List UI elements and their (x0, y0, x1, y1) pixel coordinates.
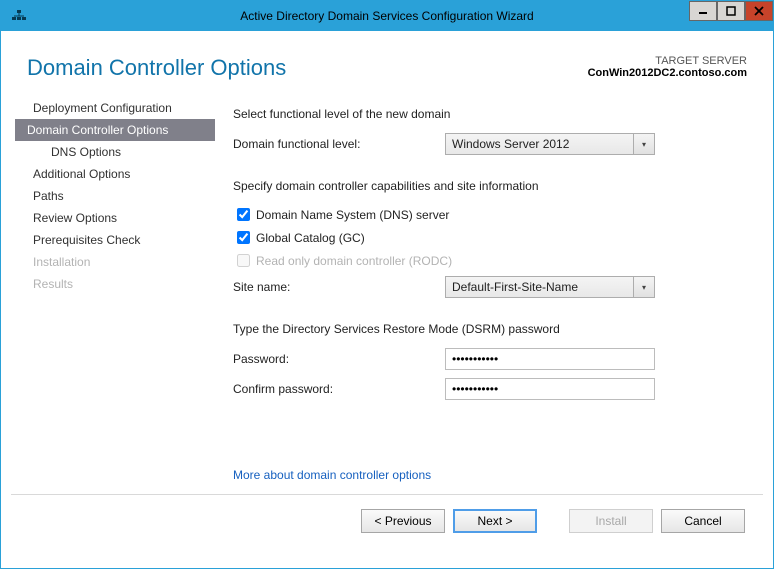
install-button: Install (569, 509, 653, 533)
step-deployment-configuration[interactable]: Deployment Configuration (15, 97, 215, 119)
page-title: Domain Controller Options (27, 55, 286, 81)
rodc-checkbox (237, 254, 250, 267)
confirm-password-input[interactable] (445, 378, 655, 400)
maximize-button[interactable] (717, 1, 745, 21)
minimize-button[interactable] (689, 1, 717, 21)
target-server-block: TARGET SERVER ConWin2012DC2.contoso.com (588, 55, 747, 79)
password-label: Password: (233, 352, 445, 366)
step-review-options[interactable]: Review Options (15, 207, 215, 229)
previous-button[interactable]: < Previous (361, 509, 445, 533)
site-name-label: Site name: (233, 280, 445, 294)
domain-functional-level-dropdown[interactable]: Windows Server 2012 ▾ (445, 133, 655, 155)
target-server-label: TARGET SERVER (588, 55, 747, 67)
rodc-label: Read only domain controller (RODC) (256, 254, 452, 268)
title-bar: Active Directory Domain Services Configu… (1, 1, 773, 31)
dsrm-section-label: Type the Directory Services Restore Mode… (233, 322, 723, 336)
capabilities-section-label: Specify domain controller capabilities a… (233, 179, 723, 193)
functional-level-section-label: Select functional level of the new domai… (233, 107, 723, 121)
more-about-link[interactable]: More about domain controller options (233, 468, 431, 482)
global-catalog-label: Global Catalog (GC) (256, 231, 365, 245)
window-title: Active Directory Domain Services Configu… (1, 9, 773, 23)
step-prerequisites-check[interactable]: Prerequisites Check (15, 229, 215, 251)
dns-server-checkbox[interactable] (237, 208, 250, 221)
next-button[interactable]: Next > (453, 509, 537, 533)
dns-server-label: Domain Name System (DNS) server (256, 208, 449, 222)
wizard-steps-sidebar: Deployment Configuration Domain Controll… (15, 89, 215, 482)
step-domain-controller-options[interactable]: Domain Controller Options (15, 119, 215, 141)
target-server-name: ConWin2012DC2.contoso.com (588, 67, 747, 79)
chevron-down-icon: ▾ (633, 276, 655, 298)
close-button[interactable] (745, 1, 773, 21)
step-installation: Installation (15, 251, 215, 273)
domain-functional-level-value: Windows Server 2012 (452, 137, 569, 151)
confirm-password-label: Confirm password: (233, 382, 445, 396)
site-name-dropdown[interactable]: Default-First-Site-Name ▾ (445, 276, 655, 298)
password-input[interactable] (445, 348, 655, 370)
step-results: Results (15, 273, 215, 295)
cancel-button[interactable]: Cancel (661, 509, 745, 533)
chevron-down-icon: ▾ (633, 133, 655, 155)
step-paths[interactable]: Paths (15, 185, 215, 207)
step-additional-options[interactable]: Additional Options (15, 163, 215, 185)
app-icon (7, 4, 31, 28)
global-catalog-checkbox[interactable] (237, 231, 250, 244)
domain-functional-level-label: Domain functional level: (233, 137, 445, 151)
step-dns-options[interactable]: DNS Options (15, 141, 215, 163)
site-name-value: Default-First-Site-Name (452, 280, 578, 294)
